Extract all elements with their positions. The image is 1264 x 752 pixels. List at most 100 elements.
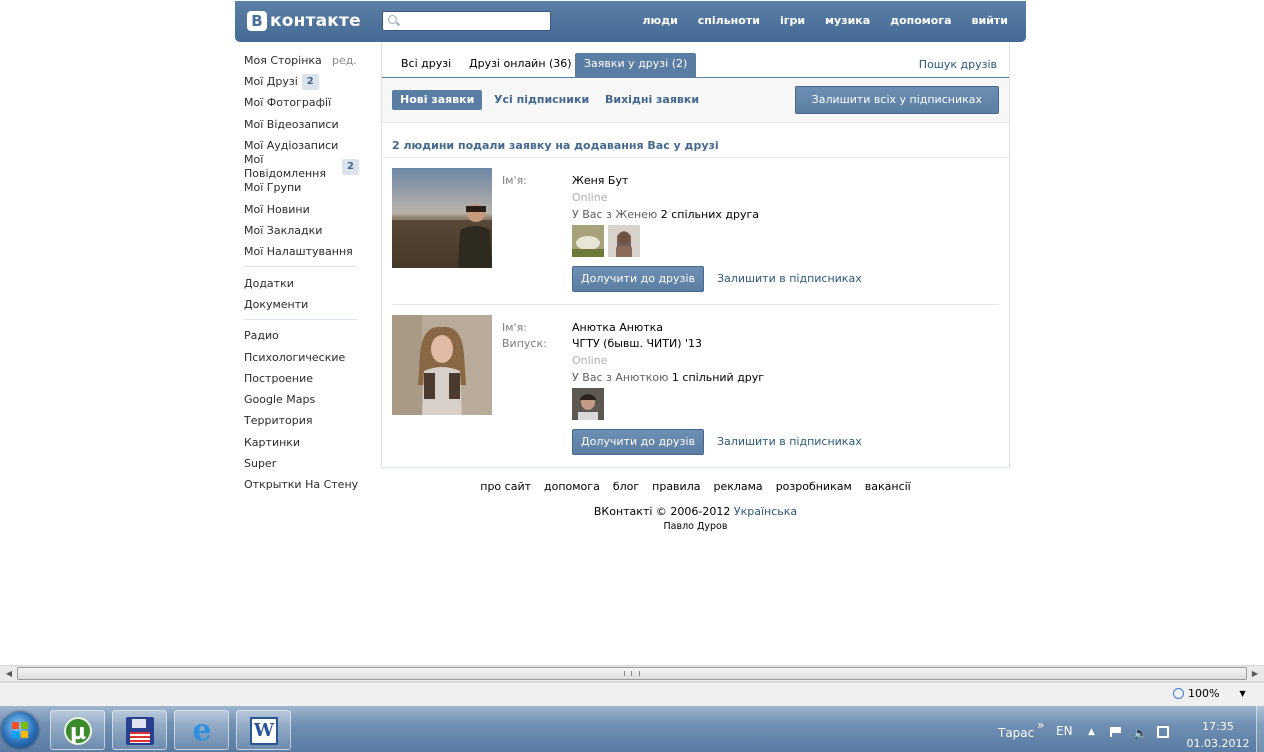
add-to-friends-button[interactable]: Долучити до друзів — [572, 266, 704, 292]
double-chevron-icon[interactable]: » — [1037, 718, 1044, 732]
subtab-outgoing-requests[interactable]: Вихідні заявки — [597, 90, 707, 110]
sidebar-app-link[interactable]: Super — [244, 453, 359, 474]
footer-link-help[interactable]: допомога — [544, 480, 600, 493]
sidebar-item-photos[interactable]: Мої Фотографії — [244, 93, 359, 114]
friend-request-item: Ім'я: Женя Бут Online У Вас з Женею 2 сп… — [392, 168, 999, 298]
profile-photo[interactable] — [392, 168, 492, 268]
nav-communities[interactable]: спільноти — [698, 14, 760, 27]
input-language[interactable]: EN — [1056, 724, 1073, 738]
subtab-all-followers[interactable]: Усі підписники — [486, 90, 597, 110]
taskbar-internet-explorer[interactable]: e — [174, 710, 229, 750]
taskbar-save-app[interactable] — [112, 710, 167, 750]
action-center-flag-icon[interactable] — [1110, 727, 1122, 737]
footer-link-jobs[interactable]: вакансії — [865, 480, 911, 493]
sidebar-item-videos[interactable]: Мої Відеозаписи — [244, 114, 359, 135]
sidebar-item-messages[interactable]: Мої Повідомлення 2 — [244, 153, 359, 180]
tray-user-name[interactable]: Тарас — [998, 726, 1034, 740]
show-desktop-button[interactable] — [1256, 706, 1264, 752]
nav-people[interactable]: люди — [642, 14, 677, 27]
sidebar-app-link[interactable]: Картинки — [244, 432, 359, 453]
edit-link[interactable]: ред. — [332, 54, 357, 68]
sidebar-item-label: Мої Налаштування — [244, 245, 353, 259]
search-input[interactable] — [401, 14, 550, 30]
sidebar-item-label: Мої Закладки — [244, 224, 323, 238]
keep-as-follower-link[interactable]: Залишити в підписниках — [717, 435, 862, 448]
mutual-friend-avatar[interactable] — [608, 225, 640, 257]
mutual-friend-avatar[interactable] — [572, 225, 604, 257]
start-button[interactable] — [2, 712, 38, 748]
mutual-friends-count[interactable]: 1 спільний друг — [672, 371, 764, 384]
sidebar-item-documents[interactable]: Документи — [244, 294, 359, 315]
requester-name[interactable]: Анютка Анютка — [572, 321, 663, 334]
sidebar-item-my-page[interactable]: Моя Сторінка ред. — [244, 50, 359, 71]
copyright-text: ВКонтакті © 2006-2012 — [593, 505, 731, 518]
mutual-friend-avatar[interactable] — [572, 388, 604, 420]
nav-logout[interactable]: вийти — [972, 14, 1008, 27]
language-link[interactable]: Українська — [734, 505, 797, 518]
zoom-control[interactable]: 100% ▼ — [1173, 687, 1246, 700]
divider — [382, 157, 1009, 158]
footer-link-developers[interactable]: розробникам — [776, 480, 852, 493]
system-clock[interactable]: 17:35 01.03.2012 — [1183, 718, 1253, 752]
scroll-right-icon[interactable]: ▶ — [1249, 668, 1261, 680]
nav-games[interactable]: ігри — [780, 14, 805, 27]
sidebar-item-friends[interactable]: Мої Друзі 2 — [244, 71, 359, 92]
sidebar-item-bookmarks[interactable]: Мої Закладки — [244, 220, 359, 241]
footer-link-blog[interactable]: блог — [613, 480, 639, 493]
sidebar-app-link[interactable]: Google Maps — [244, 389, 359, 410]
volume-icon[interactable]: 🔈 — [1133, 726, 1148, 740]
mutual-friends-count[interactable]: 2 спільних друга — [661, 208, 759, 221]
show-hidden-icons-icon[interactable]: ▲ — [1088, 727, 1095, 737]
subtab-new-requests[interactable]: Нові заявки — [392, 90, 483, 110]
horizontal-scrollbar[interactable]: ◀ ▶ — [0, 665, 1264, 682]
graduation-value[interactable]: ЧГТУ (бывш. ЧИТИ) '13 — [572, 337, 702, 350]
sidebar-item-label: Территория — [244, 414, 313, 428]
keep-all-as-followers-button[interactable]: Залишити всіх у підписниках — [794, 86, 999, 114]
sidebar-item-groups[interactable]: Мої Групи — [244, 178, 359, 199]
add-to-friends-button[interactable]: Долучити до друзів — [572, 429, 704, 455]
sidebar-item-label: Документи — [244, 297, 309, 311]
avatar-image — [572, 388, 604, 420]
sidebar-app-link[interactable]: Территория — [244, 411, 359, 432]
tab-friend-requests[interactable]: Заявки у друзі (2) — [575, 53, 697, 77]
sidebar-item-news[interactable]: Мої Новини — [244, 199, 359, 220]
taskbar-utorrent[interactable]: µ — [50, 710, 105, 750]
avatar-image — [608, 225, 640, 257]
tab-all-friends[interactable]: Всі друзі — [392, 53, 460, 75]
profile-photo-image — [392, 315, 492, 415]
network-icon[interactable] — [1157, 726, 1169, 738]
footer-link-about[interactable]: про сайт — [480, 480, 531, 493]
clock-date: 01.03.2012 — [1186, 737, 1250, 750]
profile-photo[interactable] — [392, 315, 492, 415]
sidebar-app-link[interactable]: Открытки На Стену — [244, 475, 359, 496]
sidebar-app-link[interactable]: Построение — [244, 368, 359, 389]
search-box[interactable] — [382, 11, 551, 31]
sidebar-item-label: Мої Фотографії — [244, 96, 332, 110]
avatar-image — [572, 225, 604, 257]
messages-count-badge: 2 — [342, 159, 359, 176]
internet-explorer-icon: e — [192, 713, 212, 748]
scroll-left-icon[interactable]: ◀ — [3, 668, 15, 680]
scrollbar-thumb[interactable] — [17, 667, 1247, 680]
sidebar-item-settings[interactable]: Мої Налаштування — [244, 242, 359, 263]
taskbar-word[interactable]: W — [236, 710, 291, 750]
keep-as-follower-link[interactable]: Залишити в підписниках — [717, 272, 862, 285]
windows-taskbar: µ e W Тарас » EN ▲ 🔈 17:35 01.03.2012 — [0, 706, 1264, 752]
chevron-down-icon[interactable]: ▼ — [1239, 689, 1245, 698]
vk-logo-text: контакте — [270, 11, 361, 31]
clock-time: 17:35 — [1202, 720, 1234, 733]
sidebar-app-link[interactable]: Психологические — [244, 347, 359, 368]
author-link[interactable]: Павло Дуров — [381, 521, 1010, 532]
sidebar-item-label: Мої Групи — [244, 181, 302, 195]
windows-logo-icon — [12, 722, 28, 738]
requester-name[interactable]: Женя Бут — [572, 174, 628, 187]
nav-music[interactable]: музика — [825, 14, 870, 27]
footer-link-ads[interactable]: реклама — [713, 480, 762, 493]
vk-logo[interactable]: B контакте — [247, 10, 361, 32]
tab-friends-online[interactable]: Друзі онлайн (36) — [460, 53, 581, 75]
sidebar-app-link[interactable]: Радио — [244, 326, 359, 347]
find-friends-link[interactable]: Пошук друзів — [919, 58, 997, 71]
footer-link-rules[interactable]: правила — [652, 480, 700, 493]
sidebar-item-apps[interactable]: Додатки — [244, 273, 359, 294]
nav-help[interactable]: допомога — [890, 14, 951, 27]
